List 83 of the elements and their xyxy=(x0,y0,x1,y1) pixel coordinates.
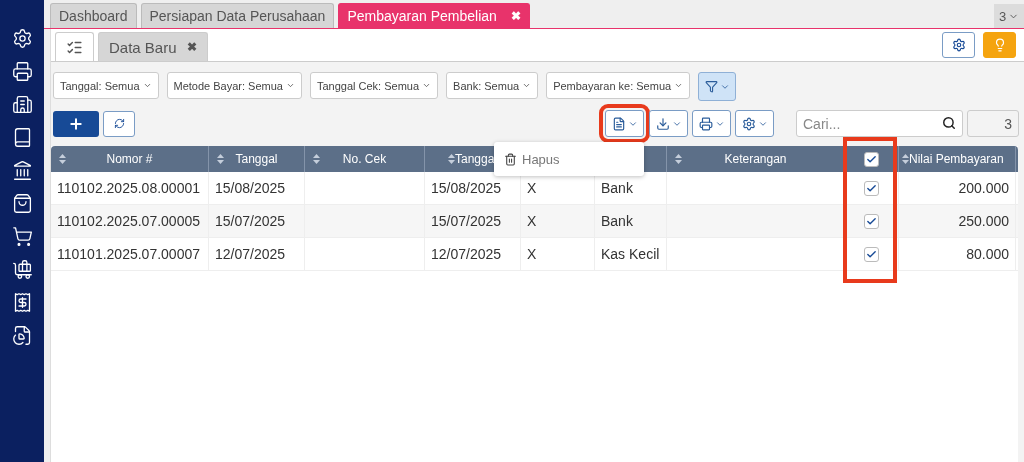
menu-item[interactable]: Hapus xyxy=(504,151,560,167)
table-cell: 12/07/2025 xyxy=(215,246,286,262)
caret-icon xyxy=(674,81,684,90)
table-cell: 12/07/2025 xyxy=(431,246,502,262)
action-dropdown[interactable] xyxy=(692,110,731,137)
select-all-checkbox[interactable] xyxy=(864,151,879,167)
table-cell: X xyxy=(527,246,537,262)
table-cell: 250.000 xyxy=(958,213,1009,229)
row-checkbox[interactable] xyxy=(864,180,879,196)
caret-icon xyxy=(142,81,152,90)
sort-icon[interactable] xyxy=(675,154,682,164)
row-checkbox[interactable] xyxy=(864,246,879,262)
filter-icon xyxy=(704,80,718,93)
row-checkbox[interactable] xyxy=(864,213,879,229)
plus-icon xyxy=(68,115,84,132)
table-cell: 110101.2025.07.00007 xyxy=(57,246,200,262)
bag-icon[interactable] xyxy=(11,193,33,214)
refresh-button[interactable] xyxy=(103,110,135,137)
check-icon xyxy=(866,153,877,165)
settings-icon xyxy=(951,38,966,52)
settings-button[interactable] xyxy=(942,32,975,58)
tab[interactable]: Persiapan Data Perusahaan xyxy=(140,3,335,28)
tab-overflow-button[interactable]: 3 xyxy=(994,4,1024,28)
table-cell: 110102.2025.08.00001 xyxy=(57,180,200,196)
tab[interactable]: Dashboard xyxy=(50,3,137,28)
check-icon xyxy=(866,182,877,194)
table-cell: 15/08/2025 xyxy=(431,180,502,196)
caret-icon xyxy=(285,81,295,90)
sort-icon[interactable] xyxy=(217,154,224,164)
cart-icon[interactable] xyxy=(11,226,33,247)
table-cell: X xyxy=(527,180,537,196)
refresh-icon xyxy=(113,118,125,129)
subtab[interactable]: Data Baru ✖ xyxy=(98,32,208,61)
sort-icon[interactable] xyxy=(447,154,455,164)
filter-dropdown[interactable]: Pembayaran ke: Semua xyxy=(546,72,691,99)
search-field[interactable]: Cari... xyxy=(796,110,963,137)
filter-dropdown[interactable]: Metode Bayar: Semua xyxy=(166,72,302,99)
column-header[interactable]: Nilai Pembayaran xyxy=(909,152,1004,166)
filter-dropdown[interactable]: Bank: Semua xyxy=(446,72,539,99)
action-dropdown[interactable] xyxy=(735,110,774,137)
subtab[interactable] xyxy=(55,32,94,61)
download-icon xyxy=(655,116,670,131)
table-cell: 80.000 xyxy=(966,246,1009,262)
trash-icon xyxy=(504,152,517,166)
table-cell: 200.000 xyxy=(958,180,1009,196)
caret-icon xyxy=(522,81,532,90)
table-cell: Bank xyxy=(601,213,633,229)
filter-button[interactable] xyxy=(698,72,737,101)
column-header[interactable]: Nomor # xyxy=(106,152,153,166)
search-icon[interactable] xyxy=(942,116,956,130)
printer-icon xyxy=(698,116,713,131)
printer-icon[interactable] xyxy=(11,61,33,82)
trolley-icon[interactable] xyxy=(11,259,33,280)
table-cell: X xyxy=(527,213,537,229)
add-button[interactable] xyxy=(53,110,99,137)
settings-icon xyxy=(741,116,756,131)
document-icon xyxy=(611,116,626,131)
table-cell: 110102.2025.07.00005 xyxy=(57,213,200,229)
column-header[interactable]: Keterangan xyxy=(724,152,787,166)
settings-icon[interactable] xyxy=(11,28,33,49)
table-cell: 15/07/2025 xyxy=(431,213,502,229)
sort-icon[interactable] xyxy=(59,154,66,164)
action-dropdown[interactable] xyxy=(649,110,688,137)
bank-icon[interactable] xyxy=(11,160,33,181)
table-cell: Kas Kecil xyxy=(601,246,660,262)
check-icon xyxy=(866,215,877,227)
close-icon[interactable]: ✖ xyxy=(186,40,197,54)
filter-dropdown[interactable]: Tanggal: Semua xyxy=(53,72,159,99)
table-cell: Bank xyxy=(601,180,633,196)
close-icon[interactable]: ✖ xyxy=(510,9,521,23)
table-cell: 15/07/2025 xyxy=(215,213,286,229)
caret-icon xyxy=(422,81,432,90)
filter-dropdown[interactable]: Tanggal Cek: Semua xyxy=(309,72,439,99)
building-icon[interactable] xyxy=(11,94,33,115)
tab[interactable]: Pembayaran Pembelian ✖ xyxy=(338,3,530,28)
chart-document-icon[interactable] xyxy=(11,325,33,346)
record-count: 3 xyxy=(967,110,1019,137)
sort-icon[interactable] xyxy=(313,154,320,164)
column-header[interactable]: No. Cek xyxy=(342,152,387,166)
column-header[interactable]: Tanggal xyxy=(235,152,278,166)
check-icon xyxy=(866,248,877,260)
sort-icon[interactable] xyxy=(902,154,909,164)
table-cell: 15/08/2025 xyxy=(215,180,286,196)
